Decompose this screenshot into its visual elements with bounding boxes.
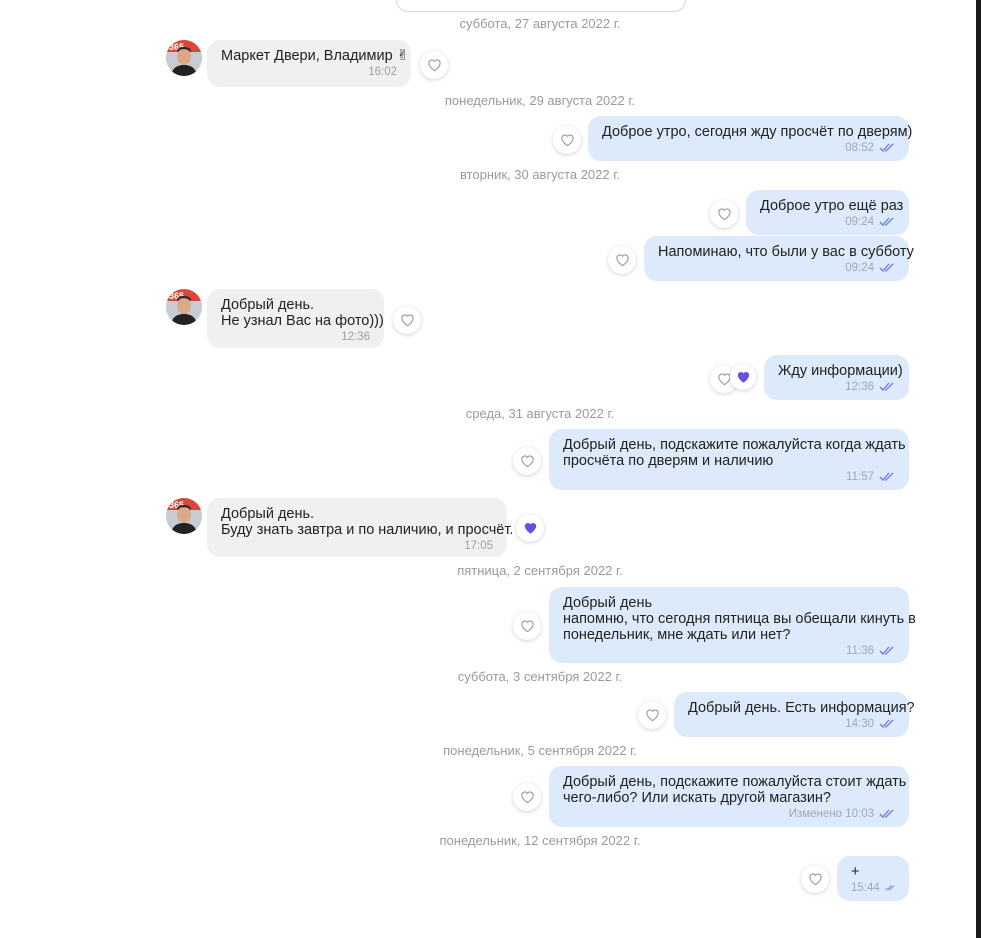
reaction-button[interactable] (553, 126, 581, 154)
message-time: 12:36 (845, 381, 874, 393)
reaction-button[interactable] (513, 783, 541, 811)
user-photo: 365 (166, 40, 202, 76)
message-bubble-outgoing[interactable]: Добрый день, подскажите пожалуйста стоит… (549, 766, 909, 827)
avatar[interactable]: 365 (166, 289, 202, 325)
reaction-button[interactable] (638, 701, 666, 729)
message-text: понедельник, мне ждать или нет? (563, 627, 791, 643)
message-bubble-outgoing[interactable]: Добрый день, подскажите пожалуйста когда… (549, 429, 909, 490)
message-time: 08:52 (845, 142, 874, 154)
message-time: 11:36 (846, 645, 874, 657)
message-text: просчёта по дверям и наличию (563, 453, 774, 469)
heart-icon (524, 523, 536, 534)
message-bubble-outgoing[interactable]: Доброе утро ещё раз 09:24 (746, 190, 909, 235)
message-time: 14:30 (845, 718, 874, 730)
message-text: + (851, 864, 860, 880)
message-text: Добрый день. (221, 297, 315, 313)
message-text: Добрый день (563, 595, 653, 611)
message-text: Добрый день, подскажите пожалуйста когда… (563, 437, 906, 453)
message-time: 16:02 (368, 66, 397, 78)
message-time: 11:57 (846, 471, 874, 483)
heart-icon (520, 455, 534, 468)
heart-icon (615, 254, 629, 267)
date-separator: суббота, 27 августа 2022 г. (459, 16, 621, 31)
message-time: 09:24 (845, 216, 874, 228)
double-check-icon (879, 646, 894, 655)
message-bubble-outgoing[interactable]: Напоминаю, что были у вас в субботу 09:2… (644, 236, 914, 281)
reaction-button[interactable] (608, 246, 636, 274)
heart-icon (427, 59, 441, 72)
message-text: Доброе утро, сегодня жду просчёт по двер… (602, 124, 913, 140)
double-check-icon (879, 382, 894, 391)
date-separator: понедельник, 5 сентября 2022 г. (443, 743, 637, 758)
window-edge (976, 0, 981, 938)
message-text: Добрый день. Есть информация? (688, 700, 915, 716)
heart-icon (645, 709, 659, 722)
message-bubble-outgoing[interactable]: Добрый день. Есть информация? 14:30 (674, 692, 915, 737)
double-check-icon (885, 885, 895, 891)
message-time: 15:44 (851, 882, 880, 894)
message-bubble-incoming[interactable]: Добрый день. Буду знать завтра и по нали… (207, 498, 514, 557)
message-text: Не узнал Вас на фото))) (221, 313, 384, 329)
message-time: 09:24 (845, 262, 874, 274)
reaction-badge[interactable] (516, 514, 544, 542)
reaction-button[interactable] (801, 865, 829, 893)
avatar[interactable]: 365 (166, 40, 202, 76)
user-photo: 365 (166, 498, 202, 534)
message-bubble-outgoing[interactable]: + 15:44 (837, 856, 909, 901)
message-text: напомню, что сегодня пятница вы обещали … (563, 611, 916, 627)
double-check-icon (879, 809, 894, 818)
double-check-icon (879, 719, 894, 728)
message-bubble-incoming[interactable]: Добрый день. Не узнал Вас на фото))) 12:… (207, 289, 384, 348)
heart-icon (737, 372, 749, 383)
message-text: чего-либо? Или искать другой магазин? (563, 790, 831, 806)
reaction-badge[interactable] (730, 364, 756, 390)
message-text: Доброе утро ещё раз (760, 198, 904, 214)
message-time: 12:36 (341, 331, 370, 343)
avatar[interactable]: 365 (166, 498, 202, 534)
message-bubble-incoming[interactable]: Маркет Двери, Владимир ✌ 16:02 (207, 40, 411, 87)
date-separator: среда, 31 августа 2022 г. (465, 406, 615, 421)
date-separator: вторник, 30 августа 2022 г. (460, 167, 620, 182)
heart-icon (400, 314, 414, 327)
date-separator: пятница, 2 сентября 2022 г. (457, 563, 623, 578)
double-check-icon (879, 263, 894, 272)
reaction-button[interactable] (513, 447, 541, 475)
double-check-icon (879, 472, 894, 481)
heart-icon (520, 791, 534, 804)
message-bubble-outgoing[interactable]: Жду информации) 12:36 (764, 355, 909, 400)
date-search-pill[interactable] (396, 0, 686, 12)
message-text: Добрый день. (221, 506, 315, 522)
message-text: Буду знать завтра и по наличию, и просчё… (221, 522, 514, 538)
heart-icon (808, 873, 822, 886)
message-text: Добрый день, подскажите пожалуйста стоит… (563, 774, 907, 790)
message-text: Маркет Двери, Владимир ✌ (221, 48, 409, 64)
reaction-button[interactable] (393, 306, 421, 334)
message-bubble-outgoing[interactable]: Добрый день напомню, что сегодня пятница… (549, 587, 916, 663)
reaction-button[interactable] (513, 612, 541, 640)
date-separator: понедельник, 12 сентября 2022 г. (439, 833, 641, 848)
reaction-button[interactable] (710, 200, 738, 228)
user-photo: 365 (166, 289, 202, 325)
heart-icon (560, 134, 574, 147)
message-text: Жду информации) (778, 363, 903, 379)
double-check-icon (879, 217, 894, 226)
heart-icon (520, 620, 534, 633)
message-text: Напоминаю, что были у вас в субботу (658, 244, 914, 260)
reaction-button[interactable] (420, 51, 448, 79)
message-bubble-outgoing[interactable]: Доброе утро, сегодня жду просчёт по двер… (588, 116, 913, 161)
double-check-icon (879, 143, 894, 152)
date-separator: суббота, 3 сентября 2022 г. (457, 669, 623, 684)
heart-icon (717, 208, 731, 221)
message-time: Изменено 10:03 (788, 808, 874, 820)
date-separator: понедельник, 29 августа 2022 г. (444, 93, 636, 108)
message-time: 17:05 (464, 540, 493, 552)
